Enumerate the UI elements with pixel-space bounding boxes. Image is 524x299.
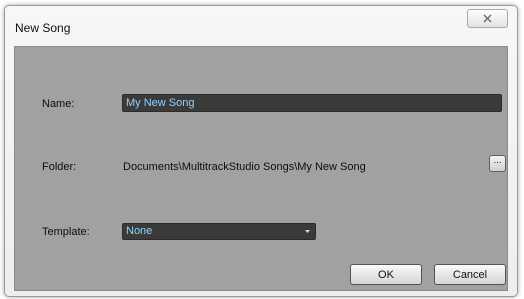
template-dropdown[interactable]: None <box>122 223 316 240</box>
folder-path: Documents\MultitrackStudio Songs\My New … <box>123 161 366 173</box>
cancel-button[interactable]: Cancel <box>434 264 506 285</box>
folder-label: Folder: <box>42 161 77 173</box>
ok-button[interactable]: OK <box>350 264 422 285</box>
song-name-input[interactable] <box>122 94 502 112</box>
template-label: Template: <box>42 226 90 238</box>
dialog-title: New Song <box>15 21 71 35</box>
dialog-content: Name: Folder: Documents\MultitrackStudio… <box>14 46 508 291</box>
name-label: Name: <box>42 98 75 110</box>
new-song-dialog: New Song Name: Folder: Documents\Multitr… <box>4 5 518 297</box>
template-selected-value: None <box>126 225 153 237</box>
close-button[interactable] <box>467 9 508 28</box>
browse-folder-button[interactable]: ... <box>489 155 506 172</box>
chevron-down-icon <box>305 230 310 233</box>
title-bar: New Song <box>5 6 517 46</box>
close-icon <box>483 14 492 23</box>
